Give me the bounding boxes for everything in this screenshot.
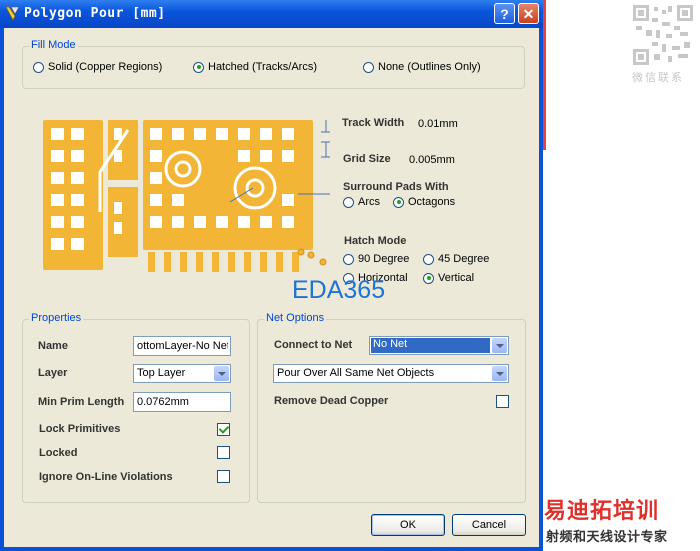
ok-button[interactable]: OK: [371, 514, 445, 536]
help-button[interactable]: ?: [494, 3, 515, 24]
radio-indicator: [423, 253, 434, 265]
qr-code-image: [632, 4, 694, 66]
chevron-down-icon[interactable]: [492, 366, 507, 381]
ignore-violations-checkbox[interactable]: [217, 470, 230, 483]
hatch-90-label: 90 Degree: [358, 253, 410, 265]
radio-indicator: [423, 272, 434, 284]
app-icon: [5, 6, 20, 21]
chevron-down-icon[interactable]: [214, 366, 229, 381]
layer-label: Layer: [38, 367, 68, 379]
hatch-mode-label: Hatch Mode: [344, 235, 407, 247]
properties-legend: Properties: [29, 312, 84, 324]
hatch-45-radio[interactable]: 45 Degree: [423, 253, 489, 265]
min-prim-length-label: Min Prim Length: [38, 396, 125, 408]
lock-primitives-label: Lock Primitives: [39, 423, 121, 435]
hatch-vertical-radio[interactable]: Vertical: [423, 272, 474, 284]
track-width-label: Track Width: [342, 117, 405, 129]
grid-size-value: 0.005mm: [409, 154, 455, 166]
net-options-legend: Net Options: [264, 312, 327, 324]
radio-indicator: [343, 196, 354, 208]
lock-primitives-checkbox[interactable]: [217, 423, 230, 436]
fill-mode-solid-radio[interactable]: Solid (Copper Regions): [33, 61, 162, 73]
surround-pads-label: Surround Pads With: [343, 181, 449, 193]
connect-to-net-label: Connect to Net: [274, 339, 353, 351]
accent-bar: [543, 0, 546, 150]
radio-indicator: [193, 61, 204, 73]
hatch-90-radio[interactable]: 90 Degree: [343, 253, 409, 265]
hatch-45-label: 45 Degree: [438, 253, 490, 265]
fill-mode-hatched-label: Hatched (Tracks/Arcs): [208, 61, 318, 73]
cancel-button[interactable]: Cancel: [452, 514, 526, 536]
track-width-value: 0.01mm: [418, 118, 458, 130]
hatch-preview-image: [43, 120, 330, 272]
layer-select-value: Top Layer: [137, 367, 186, 379]
hatch-vertical-label: Vertical: [438, 272, 475, 284]
surround-arcs-radio[interactable]: Arcs: [343, 196, 380, 208]
window-title: Polygon Pour [mm]: [24, 6, 166, 21]
locked-label: Locked: [39, 447, 78, 459]
radio-indicator: [343, 253, 354, 265]
fill-mode-solid-label: Solid (Copper Regions): [48, 61, 163, 73]
title-bar[interactable]: Polygon Pour [mm] ? ✕: [0, 0, 543, 28]
remove-dead-copper-label: Remove Dead Copper: [274, 395, 389, 407]
fill-mode-group: Fill Mode Solid (Copper Regions) Hatched…: [22, 39, 525, 89]
min-prim-length-value: 0.0762mm: [137, 396, 189, 408]
grid-size-label: Grid Size: [343, 153, 391, 165]
radio-indicator: [393, 196, 404, 208]
dialog-body: Fill Mode Solid (Copper Regions) Hatched…: [4, 28, 539, 547]
min-prim-length-field[interactable]: 0.0762mm: [133, 392, 231, 412]
name-label: Name: [38, 340, 68, 352]
eda365-watermark: EDA365: [292, 276, 386, 304]
radio-indicator: [363, 61, 374, 73]
polygon-pour-dialog: Polygon Pour [mm] ? ✕ Fill Mode Solid (C…: [0, 0, 543, 551]
locked-checkbox[interactable]: [217, 446, 230, 459]
connect-to-net-value: No Net: [371, 338, 490, 353]
layer-select[interactable]: Top Layer: [133, 364, 231, 383]
fill-mode-none-label: None (Outlines Only): [378, 61, 481, 73]
connect-to-net-select[interactable]: No Net: [369, 336, 509, 355]
name-field-value: ottomLayer-No Net: [137, 340, 228, 352]
fill-mode-hatched-radio[interactable]: Hatched (Tracks/Arcs): [193, 61, 317, 73]
brand-subtitle: 射频和天线设计专家: [546, 529, 668, 544]
chevron-down-icon[interactable]: [492, 338, 507, 353]
name-field[interactable]: ottomLayer-No Net: [133, 336, 231, 356]
fill-mode-legend: Fill Mode: [29, 39, 78, 51]
surround-arcs-label: Arcs: [358, 196, 380, 208]
surround-octagons-label: Octagons: [408, 196, 456, 208]
close-button[interactable]: ✕: [518, 3, 539, 24]
pour-over-value: Pour Over All Same Net Objects: [277, 367, 435, 379]
surround-octagons-radio[interactable]: Octagons: [393, 196, 455, 208]
fill-mode-none-radio[interactable]: None (Outlines Only): [363, 61, 481, 73]
pour-over-select[interactable]: Pour Over All Same Net Objects: [273, 364, 509, 383]
remove-dead-copper-checkbox[interactable]: [496, 395, 509, 408]
brand-title: 易迪拓培训: [544, 498, 660, 523]
ignore-violations-label: Ignore On-Line Violations: [39, 471, 173, 483]
radio-indicator: [33, 61, 44, 73]
qr-caption: 微信联系: [632, 72, 684, 84]
